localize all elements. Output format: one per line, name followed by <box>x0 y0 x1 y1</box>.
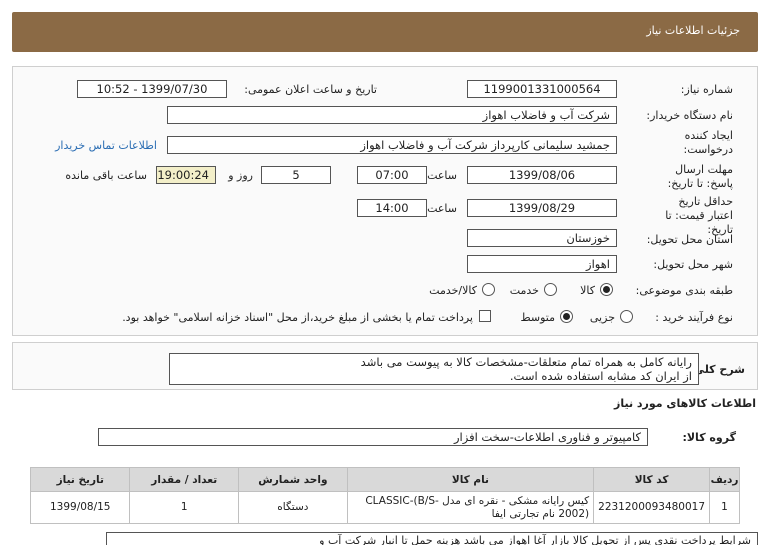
creator-field: جمشید سلیمانی کارپرداز شرکت آب و فاضلاب … <box>167 136 617 154</box>
send-time-field: 07:00 <box>357 166 427 184</box>
goods-table-header: ردیف کد کالا نام کالا واحد شمارش تعداد /… <box>29 467 740 492</box>
col-date: تاریخ نیاز <box>29 467 131 492</box>
category-option-goods: کالا <box>580 284 595 297</box>
announce-datetime-label: تاریخ و ساعت اعلان عمومی: <box>244 83 377 96</box>
cell-code: 2231200093480017 <box>593 491 711 524</box>
remaining-time-field: 19:00:24 <box>156 166 216 184</box>
buyer-org-label: نام دستگاه خریدار: <box>646 109 733 122</box>
process-radio-minor[interactable] <box>620 310 633 323</box>
page-title: جزئیات اطلاعات نیاز <box>646 24 740 37</box>
description-panel: شرح کلی نیاز: رایانه کامل به همراه تمام … <box>12 342 758 390</box>
description-field: رایانه کامل به همراه تمام متعلقات-مشخصات… <box>169 353 699 385</box>
validity-label: حداقل تاریخ اعتبار قیمت: تا تاریخ: <box>665 195 733 236</box>
cell-name: کیس رایانه مشکی - نقره ای مدل CLASSIC-(B… <box>346 491 595 524</box>
category-label: طبقه بندی موضوعی: <box>635 284 733 297</box>
col-code: کد کالا <box>593 467 711 492</box>
process-option-medium: متوسط <box>520 311 555 324</box>
send-time-label: ساعت <box>427 169 457 182</box>
announce-datetime-field: 1399/07/30 - 10:52 <box>77 80 227 98</box>
need-number-field: 1199001331000564 <box>467 80 617 98</box>
need-details-panel: شماره نیاز: 1199001331000564 تاریخ و ساع… <box>12 66 758 336</box>
buyer-contact-link[interactable]: اطلاعات تماس خریدار <box>55 139 157 152</box>
need-number-label: شماره نیاز: <box>680 83 733 96</box>
goods-group-label: گروه کالا: <box>682 431 736 444</box>
col-name: نام کالا <box>346 467 595 492</box>
cell-date: 1399/08/15 <box>29 491 131 524</box>
city-field: اهواز <box>467 255 617 273</box>
category-radio-goods[interactable] <box>600 283 613 296</box>
process-option-minor: جزیی <box>589 311 615 324</box>
validity-date-field: 1399/08/29 <box>467 199 617 217</box>
payment-note: پرداخت تمام یا بخشی از مبلغ خرید،از محل … <box>122 311 473 324</box>
table-row: 1 2231200093480017 کیس رایانه مشکی - نقر… <box>29 491 740 524</box>
process-label: نوع فرآیند خرید : <box>655 311 733 324</box>
days-field: 5 <box>261 166 331 184</box>
validity-time-label: ساعت <box>427 202 457 215</box>
treasury-checkbox[interactable] <box>479 310 491 322</box>
cell-qty: 1 <box>129 491 239 524</box>
days-label: روز و <box>228 169 253 182</box>
col-row: ردیف <box>709 467 740 492</box>
buyer-org-field: شرکت آب و فاضلاب اهواز <box>167 106 617 124</box>
header-bar: جزئیات اطلاعات نیاز <box>12 12 758 52</box>
category-option-service: خدمت <box>509 284 539 297</box>
process-radio-medium[interactable] <box>560 310 573 323</box>
goods-table: ردیف کد کالا نام کالا واحد شمارش تعداد /… <box>29 467 740 524</box>
validity-time-field: 14:00 <box>357 199 427 217</box>
send-deadline-label: مهلت ارسال پاسخ: تا تاریخ: <box>667 163 733 190</box>
col-unit: واحد شمارش <box>237 467 348 492</box>
col-qty: تعداد / مقدار <box>129 467 239 492</box>
cell-unit: دستگاه <box>237 491 348 524</box>
category-radio-goods-service[interactable] <box>482 283 495 296</box>
remaining-label: ساعت باقی مانده <box>65 169 147 182</box>
city-label: شهر محل تحویل: <box>653 258 733 271</box>
creator-label: ایجاد کننده درخواست: <box>683 129 733 156</box>
province-field: خوزستان <box>467 229 617 247</box>
category-radio-service[interactable] <box>544 283 557 296</box>
goods-section-title: اطلاعات کالاهای مورد نیاز <box>614 397 756 410</box>
province-label: استان محل تحویل: <box>646 233 733 246</box>
cell-row: 1 <box>709 491 740 524</box>
send-date-field: 1399/08/06 <box>467 166 617 184</box>
bottom-note: شرایط پرداخت نقدی پس از تحویل کالا بازار… <box>106 532 758 545</box>
goods-group-field: کامپیوتر و فناوری اطلاعات-سخت افزار <box>98 428 648 446</box>
description-line-1: رایانه کامل به همراه تمام متعلقات-مشخصات… <box>360 355 692 369</box>
category-option-goods-service: کالا/خدمت <box>429 284 477 297</box>
description-line-2: از ایران کد مشابه استفاده شده است. <box>509 369 692 383</box>
